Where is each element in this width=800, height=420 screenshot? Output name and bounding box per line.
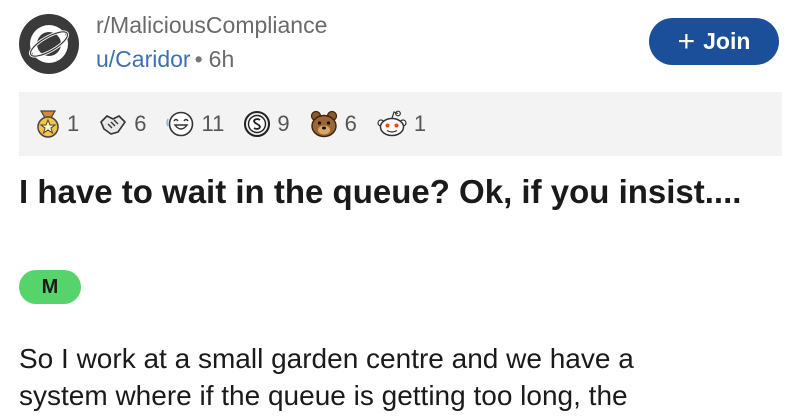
subreddit-name[interactable]: r/MaliciousCompliance — [96, 10, 327, 40]
author-row: u/Caridor • 6h — [96, 44, 327, 74]
plus-icon: + — [677, 24, 696, 58]
post-card: r/MaliciousCompliance u/Caridor • 6h + Joi… — [0, 0, 800, 420]
post-body-line: system where if the queue is getting too… — [19, 380, 628, 411]
post-age: 6h — [208, 46, 235, 72]
award-laughing-face[interactable]: 11 — [165, 110, 225, 138]
planet-icon — [28, 25, 70, 63]
author-link[interactable]: u/Caridor — [96, 46, 191, 72]
post-title[interactable]: I have to wait in the queue? Ok, if you … — [19, 171, 759, 213]
join-button[interactable]: + Join — [649, 18, 779, 65]
award-handshake[interactable]: 6 — [98, 110, 147, 138]
award-count: 6 — [134, 111, 147, 136]
handshake-icon — [100, 115, 127, 135]
award-count: 6 — [344, 111, 357, 136]
post-meta: r/MaliciousCompliance u/Caridor • 6h — [96, 10, 327, 74]
laughing-face-icon — [165, 111, 193, 137]
award-gold-medal[interactable]: 1 — [35, 110, 79, 138]
meta-separator: • — [194, 46, 203, 72]
award-count: 1 — [67, 111, 80, 136]
join-button-label: Join — [703, 28, 751, 54]
gold-medal-icon — [37, 110, 59, 138]
post-body-line: So I work at a small garden centre and w… — [19, 343, 634, 374]
bear-icon — [310, 110, 337, 138]
post-body: So I work at a small garden centre and w… — [19, 340, 779, 414]
silver-coin-icon — [244, 111, 271, 137]
post-flair[interactable]: M — [19, 270, 81, 304]
award-snoo[interactable]: 1 — [376, 110, 426, 138]
award-count: 9 — [277, 111, 290, 136]
subreddit-avatar[interactable] — [19, 14, 79, 74]
award-silver-coin[interactable]: 9 — [243, 110, 290, 138]
award-count: 11 — [201, 111, 225, 136]
award-count: 1 — [413, 111, 427, 136]
awards-bar[interactable]: 1 6 11 9 6 1 — [19, 92, 782, 156]
award-bear[interactable]: 6 — [309, 110, 357, 138]
snoo-icon — [377, 110, 407, 137]
